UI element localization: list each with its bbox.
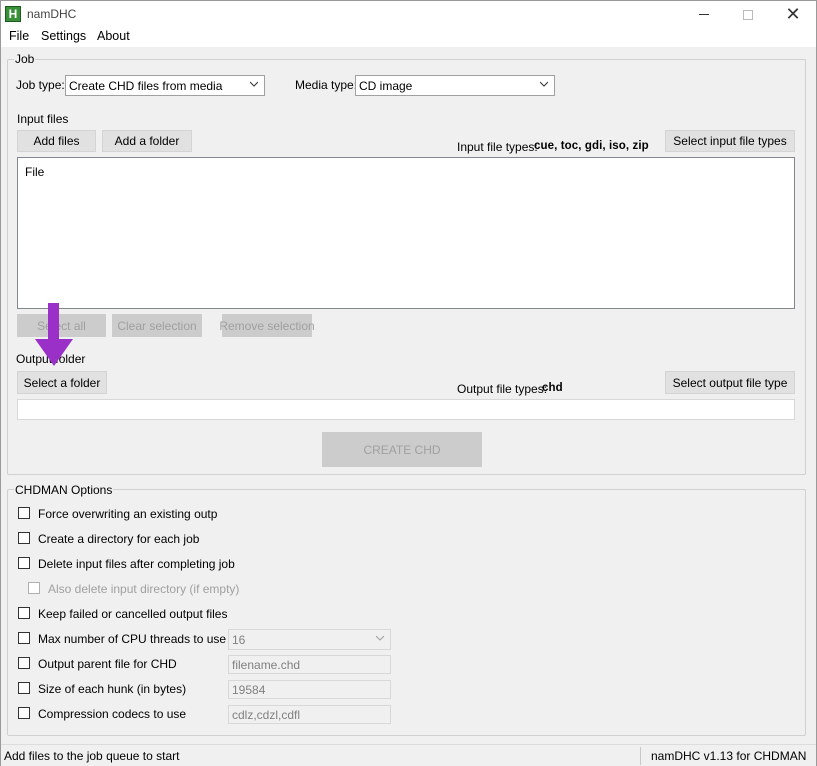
title-bar: H namDHC ✕ [1,1,816,28]
output-parent-file-label[interactable]: Output parent file for CHD [38,657,177,671]
minimize-button[interactable] [681,1,727,28]
job-type-value: Create CHD files from media [69,78,223,93]
output-parent-file-checkbox[interactable] [18,657,30,669]
status-divider [640,747,641,765]
input-files-list[interactable]: File [17,157,795,309]
input-files-label: Input files [17,112,69,126]
max-cpu-threads-label[interactable]: Max number of CPU threads to use [38,632,226,646]
maximize-icon [743,9,753,20]
close-icon: ✕ [785,3,801,25]
app-window: H namDHC ✕ File Settings About Job Job t… [0,0,817,766]
cpu-threads-select[interactable]: 16 [228,629,391,650]
compression-codecs-field[interactable]: cdlz,cdzl,cdfl [228,705,391,724]
force-overwrite-checkbox[interactable] [18,507,30,519]
hunk-size-label[interactable]: Size of each hunk (in bytes) [38,682,186,696]
media-type-select[interactable]: CD image [355,75,555,96]
select-input-types-button[interactable]: Select input file types [665,130,795,152]
compression-codecs-checkbox[interactable] [18,707,30,719]
cpu-threads-value: 16 [232,632,246,647]
chevron-down-icon [376,635,384,641]
delete-input-directory-label: Also delete input directory (if empty) [48,582,240,596]
version-label: namDHC v1.13 for CHDMAN [651,749,807,763]
list-column-header-file[interactable]: File [25,165,44,179]
menu-settings[interactable]: Settings [40,29,87,43]
menu-about[interactable]: About [96,29,131,43]
parent-file-field[interactable]: filename.chd [228,655,391,674]
input-file-types-value: cue, toc, gdi, iso, zip [534,140,649,152]
remove-selection-button[interactable]: Remove selection [219,314,315,337]
keep-failed-files-checkbox[interactable] [18,607,30,619]
select-output-type-button[interactable]: Select output file type [665,371,795,394]
job-group-label: Job [14,52,36,66]
add-folder-button[interactable]: Add a folder [102,130,192,152]
job-type-label: Job type: [16,78,65,92]
add-files-button[interactable]: Add files [17,130,96,152]
chevron-down-icon [540,81,548,87]
media-type-value: CD image [359,78,413,93]
max-cpu-threads-checkbox[interactable] [18,632,30,644]
input-file-types-label: Input file types: [457,140,538,154]
chevron-down-icon [250,81,258,87]
create-chd-button[interactable]: CREATE CHD [322,432,482,467]
menu-bar: File Settings About [1,28,816,47]
close-button[interactable]: ✕ [770,1,816,28]
output-file-types-value: chd [542,382,563,394]
annotation-arrow-icon [35,303,73,366]
delete-input-files-label[interactable]: Delete input files after completing job [38,557,235,571]
status-bar: Add files to the job queue to start namD… [1,744,816,766]
delete-input-directory-checkbox[interactable] [28,582,40,594]
maximize-button [725,1,771,28]
hunk-size-checkbox[interactable] [18,682,30,694]
output-file-types-label: Output file types: [457,382,548,396]
window-title: namDHC [27,7,77,21]
clear-selection-button[interactable]: Clear selection [112,314,202,337]
chdman-options-label: CHDMAN Options [14,483,114,497]
force-overwrite-label[interactable]: Force overwriting an existing output fil… [38,507,217,521]
minimize-icon [699,14,709,15]
output-folder-field[interactable] [17,399,795,420]
create-directory-checkbox[interactable] [18,532,30,544]
menu-file[interactable]: File [8,29,30,43]
create-directory-label[interactable]: Create a directory for each job [38,532,199,546]
status-message: Add files to the job queue to start [4,749,180,763]
media-type-label: Media type: [295,78,358,92]
job-type-select[interactable]: Create CHD files from media [65,75,265,96]
delete-input-files-checkbox[interactable] [18,557,30,569]
compression-codecs-label[interactable]: Compression codecs to use [38,707,186,721]
keep-failed-files-label[interactable]: Keep failed or cancelled output files [38,607,227,621]
app-logo-icon: H [5,6,21,22]
hunk-size-field[interactable]: 19584 [228,680,391,699]
select-folder-button[interactable]: Select a folder [17,371,107,394]
